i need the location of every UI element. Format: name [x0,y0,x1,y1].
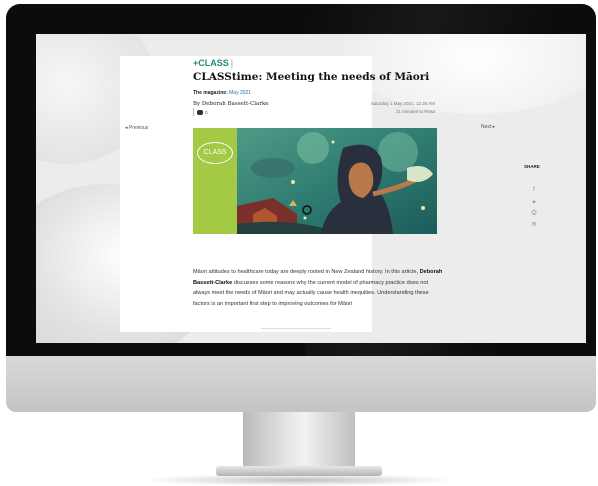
section-label[interactable]: +CLASS | [193,58,233,68]
twitter-icon[interactable]: ✦ [530,199,538,206]
magazine-line: The magazine: May 2021 [193,90,251,96]
comment-icon [197,109,203,115]
facebook-icon[interactable]: f [530,187,538,193]
magazine-label: The magazine: [193,90,228,96]
monitor-stand [243,412,355,468]
monitor-bezel: ◂ Previous Next ▸ +CLASS | CLASStime: Mee… [6,4,596,356]
share-label: SHARE [524,164,540,169]
article-lede: Māori attitudes to healthcare today are … [193,267,443,309]
publish-date: Saturday 1 May 2021, 12:25 AM [370,101,435,106]
divider [261,328,331,329]
section-name[interactable]: +CLASS [193,58,229,68]
email-icon[interactable]: ✉ [530,221,538,228]
section-separator: | [230,58,234,68]
next-article-link[interactable]: Next ▸ [481,124,495,130]
monitor-chin [6,356,596,412]
author-byline[interactable]: By Deborah Bassett-Clarke [193,101,269,107]
lede-text-start: Māori attitudes to healthcare today are … [193,269,420,275]
comment-count[interactable]: 0 [193,108,208,116]
hero-artwork [237,128,437,234]
article-content: +CLASS | CLASStime: Meeting the needs of … [120,56,540,336]
monitor-base [216,466,382,476]
comment-count-value: 0 [205,109,208,115]
hero-illustration: CLASS [193,128,437,234]
monitor-screen: ◂ Previous Next ▸ +CLASS | CLASStime: Mee… [36,34,586,343]
read-time: 21 minutes to Read [395,109,435,114]
article-title: CLASStime: Meeting the needs of Māori [193,71,430,83]
magazine-issue-link[interactable]: May 2021 [229,90,251,96]
print-icon[interactable]: ⎙ [530,210,538,216]
